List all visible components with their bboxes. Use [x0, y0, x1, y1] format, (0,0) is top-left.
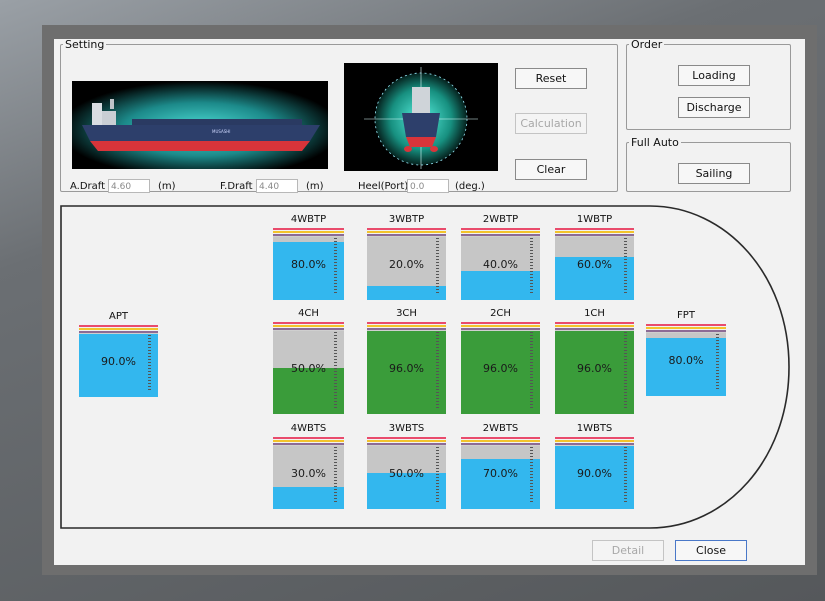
tank-percent: 60.0%	[577, 258, 612, 271]
loading-button[interactable]: Loading	[678, 65, 750, 86]
tank-apt[interactable]: APT 90.0%	[79, 311, 158, 397]
tank-name: 4WBTP	[290, 214, 327, 225]
tank-percent: 40.0%	[483, 258, 518, 271]
tank-name: 4WBTS	[290, 423, 327, 434]
tank-2ch[interactable]: 2CH 96.0%	[461, 308, 540, 414]
tank-percent: 80.0%	[668, 354, 704, 367]
main-panel: Setting MUSASHI Reset Calculation Clear …	[54, 38, 805, 565]
tank-fill	[646, 338, 726, 396]
tank-3ch[interactable]: 3CH 96.0%	[367, 308, 446, 414]
clear-button[interactable]: Clear	[515, 159, 587, 180]
full-auto-legend: Full Auto	[631, 136, 679, 149]
tank-name: 1WBTS	[576, 423, 613, 434]
tank-name: 4CH	[298, 308, 319, 319]
fore-draft-label: F.Draft	[220, 181, 253, 192]
tank-percent: 96.0%	[483, 362, 518, 375]
tank-4ch[interactable]: 4CH 50.0%	[273, 308, 344, 414]
tank-1ch[interactable]: 1CH 96.0%	[555, 308, 634, 414]
ship-name-text: MUSASHI	[212, 129, 230, 134]
ship-front-view-image	[344, 63, 498, 171]
order-legend: Order	[631, 38, 663, 51]
tank-percent: 30.0%	[291, 467, 326, 480]
ballast-window: Setting MUSASHI Reset Calculation Clear …	[42, 25, 817, 575]
tank-fpt[interactable]: FPT 80.0%	[646, 310, 726, 396]
tank-percent: 50.0%	[389, 467, 424, 480]
heel-label: Heel(Port)	[358, 181, 409, 192]
tank-percent: 80.0%	[291, 258, 326, 271]
tank-percent: 20.0%	[389, 258, 424, 271]
tank-percent: 90.0%	[577, 467, 612, 480]
tank-percent: 50.0%	[291, 362, 326, 375]
fore-draft-field[interactable]: 4.40	[256, 179, 298, 193]
discharge-button[interactable]: Discharge	[678, 97, 750, 118]
tank-4wbts[interactable]: 4WBTS 30.0%	[273, 423, 344, 509]
aft-draft-label: A.Draft	[70, 181, 106, 192]
tank-fill	[461, 271, 540, 300]
tank-name: 2CH	[490, 308, 511, 319]
aft-draft-field[interactable]: 4.60	[108, 179, 150, 193]
tank-name: 3CH	[396, 308, 417, 319]
tank-name: FPT	[677, 310, 695, 321]
tank-fill	[367, 285, 446, 300]
tank-name: 1CH	[584, 308, 605, 319]
calculation-button[interactable]: Calculation	[515, 113, 587, 134]
tank-name: 2WBTP	[482, 214, 519, 225]
setting-legend: Setting	[65, 38, 105, 51]
tank-percent: 70.0%	[483, 467, 518, 480]
fore-draft-unit: (m)	[306, 181, 324, 192]
tank-name: APT	[109, 311, 128, 322]
tank-4wbtp[interactable]: 4WBTP 80.0%	[273, 214, 344, 300]
tank-name: 2WBTS	[482, 423, 519, 434]
tank-name: 3WBTP	[388, 214, 425, 225]
tank-percent: 90.0%	[101, 355, 136, 368]
tank-3wbtp[interactable]: 3WBTP 20.0%	[367, 214, 446, 300]
tank-1wbtp[interactable]: 1WBTP 60.0%	[555, 214, 634, 300]
ship-side-view-image: MUSASHI	[72, 81, 328, 169]
tank-3wbts[interactable]: 3WBTS 50.0%	[367, 423, 446, 509]
tank-name: 3WBTS	[388, 423, 425, 434]
reset-button[interactable]: Reset	[515, 68, 587, 89]
tank-percent: 96.0%	[389, 362, 424, 375]
tank-2wbtp[interactable]: 2WBTP 40.0%	[461, 214, 540, 300]
tank-percent: 96.0%	[577, 362, 612, 375]
detail-button[interactable]: Detail	[592, 540, 664, 561]
tank-1wbts[interactable]: 1WBTS 90.0%	[555, 423, 634, 509]
tank-name: 1WBTP	[576, 214, 613, 225]
heel-unit: (deg.)	[455, 181, 485, 192]
close-button[interactable]: Close	[675, 540, 747, 561]
tank-2wbts[interactable]: 2WBTS 70.0%	[461, 423, 540, 509]
heel-field[interactable]: 0.0	[407, 179, 449, 193]
aft-draft-unit: (m)	[158, 181, 176, 192]
sailing-button[interactable]: Sailing	[678, 163, 750, 184]
